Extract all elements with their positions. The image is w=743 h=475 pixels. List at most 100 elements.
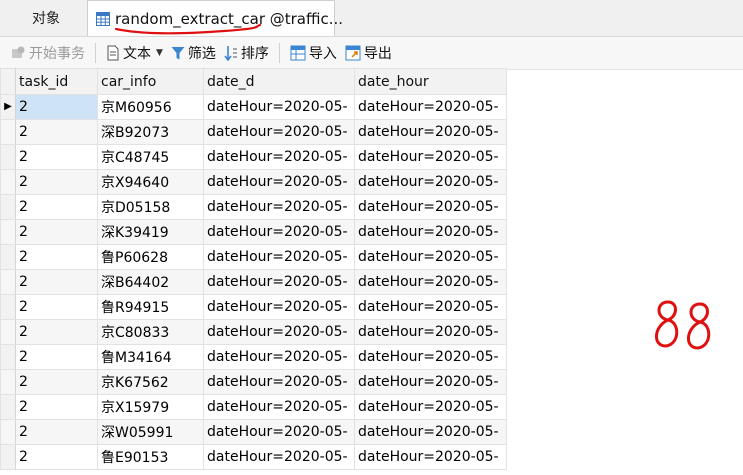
column-header-car-info[interactable]: car_info (97, 68, 204, 95)
toolbar-divider (95, 43, 96, 63)
begin-transaction-button[interactable]: 开始事务 (6, 39, 89, 67)
cell-date-d[interactable]: dateHour=2020-05- (203, 344, 355, 370)
cell-date-hour[interactable]: dateHour=2020-05- (354, 319, 507, 345)
cell-task-id[interactable]: 2 (15, 194, 98, 220)
cell-task-id[interactable]: 2 (15, 244, 98, 270)
export-label: 导出 (363, 46, 392, 62)
cell-date-d[interactable]: dateHour=2020-05- (203, 219, 355, 245)
cell-car-info[interactable]: 深K39419 (97, 219, 204, 245)
table-row[interactable]: 2 京X94640 dateHour=2020-05- dateHour=202… (0, 169, 507, 195)
table-row[interactable]: 2 鲁E90153 dateHour=2020-05- dateHour=202… (0, 444, 507, 470)
cell-date-hour[interactable]: dateHour=2020-05- (354, 194, 507, 220)
cell-car-info[interactable]: 鲁M34164 (97, 344, 204, 370)
cell-date-hour[interactable]: dateHour=2020-05- (354, 419, 507, 445)
cell-date-hour[interactable]: dateHour=2020-05- (354, 169, 507, 195)
export-button[interactable]: 导出 (341, 39, 396, 67)
cell-date-d[interactable]: dateHour=2020-05- (203, 319, 355, 345)
cell-car-info[interactable]: 京K67562 (97, 369, 204, 395)
cell-date-d[interactable]: dateHour=2020-05- (203, 119, 355, 145)
cell-date-hour[interactable]: dateHour=2020-05- (354, 344, 507, 370)
cell-task-id[interactable]: 2 (15, 94, 98, 120)
cell-car-info[interactable]: 鲁P60628 (97, 244, 204, 270)
cell-task-id[interactable]: 2 (15, 369, 98, 395)
table-row[interactable]: 2 鲁P60628 dateHour=2020-05- dateHour=202… (0, 244, 507, 270)
filter-button[interactable]: 筛选 (167, 39, 220, 67)
table-row[interactable]: 2 京D05158 dateHour=2020-05- dateHour=202… (0, 194, 507, 220)
cell-date-d[interactable]: dateHour=2020-05- (203, 444, 355, 470)
cell-date-d[interactable]: dateHour=2020-05- (203, 419, 355, 445)
cell-date-hour[interactable]: dateHour=2020-05- (354, 294, 507, 320)
cell-task-id[interactable]: 2 (15, 169, 98, 195)
document-icon (107, 45, 119, 61)
cell-date-hour[interactable]: dateHour=2020-05- (354, 144, 507, 170)
cell-task-id[interactable]: 2 (15, 219, 98, 245)
cell-car-info[interactable]: 鲁E90153 (97, 444, 204, 470)
table-row[interactable]: 2 深W05991 dateHour=2020-05- dateHour=202… (0, 419, 507, 445)
cell-task-id[interactable]: 2 (15, 269, 98, 295)
cell-task-id[interactable]: 2 (15, 444, 98, 470)
cell-date-hour[interactable]: dateHour=2020-05- (354, 94, 507, 120)
cell-date-hour[interactable]: dateHour=2020-05- (354, 219, 507, 245)
cell-car-info[interactable]: 深B92073 (97, 119, 204, 145)
cell-date-hour[interactable]: dateHour=2020-05- (354, 444, 507, 470)
row-marker (0, 219, 16, 245)
current-row-pointer-icon: ▶ (0, 94, 16, 120)
cell-date-d[interactable]: dateHour=2020-05- (203, 169, 355, 195)
table-row[interactable]: 2 鲁R94915 dateHour=2020-05- dateHour=202… (0, 294, 507, 320)
cell-car-info[interactable]: 京X15979 (97, 394, 204, 420)
cell-task-id[interactable]: 2 (15, 119, 98, 145)
column-header-date-d[interactable]: date_d (203, 68, 355, 95)
cell-task-id[interactable]: 2 (15, 294, 98, 320)
sort-icon (224, 46, 237, 61)
cell-date-d[interactable]: dateHour=2020-05- (203, 269, 355, 295)
table-row[interactable]: 2 京C80833 dateHour=2020-05- dateHour=202… (0, 319, 507, 345)
cell-date-d[interactable]: dateHour=2020-05- (203, 294, 355, 320)
cell-car-info[interactable]: 深W05991 (97, 419, 204, 445)
table-row[interactable]: 2 京C48745 dateHour=2020-05- dateHour=202… (0, 144, 507, 170)
cell-task-id[interactable]: 2 (15, 344, 98, 370)
row-marker (0, 369, 16, 395)
table-row[interactable]: 2 京X15979 dateHour=2020-05- dateHour=202… (0, 394, 507, 420)
row-marker (0, 444, 16, 470)
filter-label: 筛选 (187, 46, 216, 62)
cell-car-info[interactable]: 京D05158 (97, 194, 204, 220)
cell-car-info[interactable]: 深B64402 (97, 269, 204, 295)
cell-car-info[interactable]: 京C80833 (97, 319, 204, 345)
row-marker (0, 144, 16, 170)
cell-car-info[interactable]: 京M60956 (97, 94, 204, 120)
cell-task-id[interactable]: 2 (15, 144, 98, 170)
cell-car-info[interactable]: 京X94640 (97, 169, 204, 195)
cell-date-hour[interactable]: dateHour=2020-05- (354, 119, 507, 145)
cell-task-id[interactable]: 2 (15, 394, 98, 420)
cell-date-hour[interactable]: dateHour=2020-05- (354, 244, 507, 270)
data-grid: task_id car_info date_d date_hour ▶ 2 京M… (0, 68, 507, 470)
table-row[interactable]: 2 深B64402 dateHour=2020-05- dateHour=202… (0, 269, 507, 295)
cell-date-hour[interactable]: dateHour=2020-05- (354, 394, 507, 420)
cell-date-hour[interactable]: dateHour=2020-05- (354, 269, 507, 295)
column-header-date-hour[interactable]: date_hour (354, 68, 507, 95)
cell-date-d[interactable]: dateHour=2020-05- (203, 144, 355, 170)
cell-date-d[interactable]: dateHour=2020-05- (203, 394, 355, 420)
cell-car-info[interactable]: 京C48745 (97, 144, 204, 170)
begin-transaction-label: 开始事务 (29, 46, 85, 62)
table-row[interactable]: ▶ 2 京M60956 dateHour=2020-05- dateHour=2… (0, 94, 507, 120)
sort-button[interactable]: 排序 (220, 39, 273, 67)
handwritten-annotation (655, 300, 711, 350)
table-row[interactable]: 2 深K39419 dateHour=2020-05- dateHour=202… (0, 219, 507, 245)
cell-task-id[interactable]: 2 (15, 419, 98, 445)
import-button[interactable]: 导入 (286, 39, 341, 67)
column-header-task-id[interactable]: task_id (15, 68, 98, 95)
cell-date-d[interactable]: dateHour=2020-05- (203, 94, 355, 120)
table-row[interactable]: 2 京K67562 dateHour=2020-05- dateHour=202… (0, 369, 507, 395)
table-row[interactable]: 2 深B92073 dateHour=2020-05- dateHour=202… (0, 119, 507, 145)
table-row[interactable]: 2 鲁M34164 dateHour=2020-05- dateHour=202… (0, 344, 507, 370)
text-button[interactable]: 文本 ▼ (102, 39, 167, 67)
cell-date-d[interactable]: dateHour=2020-05- (203, 369, 355, 395)
tab-objects[interactable]: 对象 (0, 0, 92, 35)
cell-date-hour[interactable]: dateHour=2020-05- (354, 369, 507, 395)
cell-task-id[interactable]: 2 (15, 319, 98, 345)
row-marker (0, 394, 16, 420)
cell-car-info[interactable]: 鲁R94915 (97, 294, 204, 320)
cell-date-d[interactable]: dateHour=2020-05- (203, 244, 355, 270)
cell-date-d[interactable]: dateHour=2020-05- (203, 194, 355, 220)
